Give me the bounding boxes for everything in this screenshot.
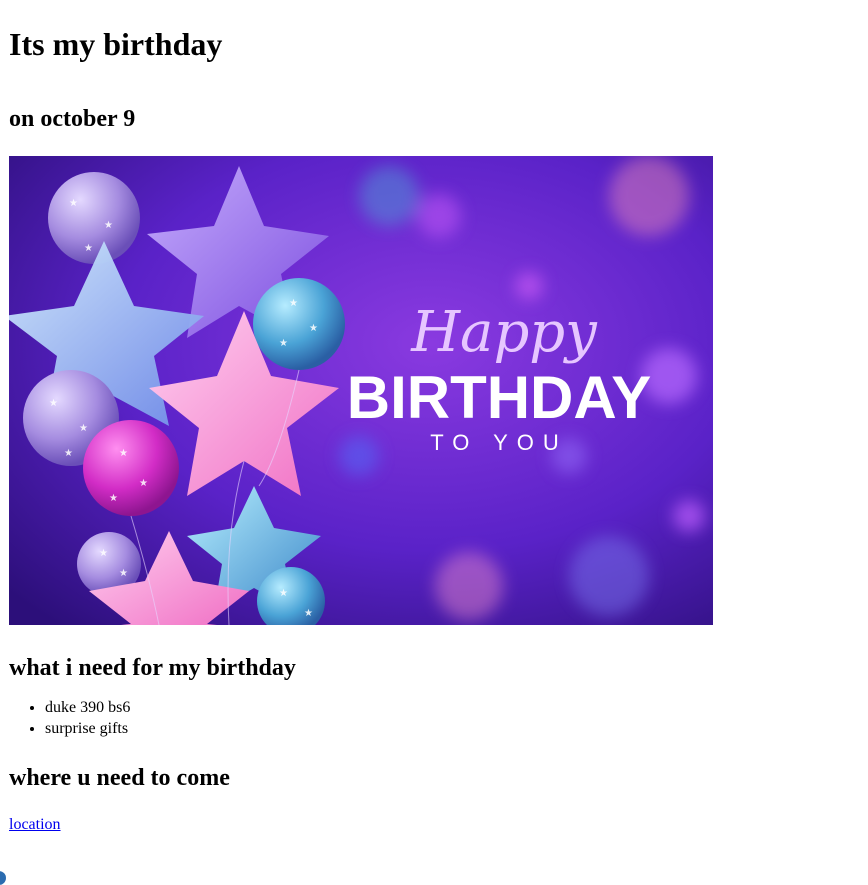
needs-heading: what i need for my birthday	[9, 655, 296, 681]
list-item: duke 390 bs6	[45, 697, 859, 718]
svg-text:★: ★	[309, 323, 318, 334]
svg-text:★: ★	[109, 493, 118, 504]
svg-text:★: ★	[99, 548, 108, 559]
banner-script-text: Happy	[410, 300, 598, 365]
svg-text:★: ★	[64, 448, 73, 459]
svg-text:★: ★	[119, 448, 128, 459]
birthday-date: on october 9	[9, 106, 136, 132]
svg-text:★: ★	[279, 338, 288, 349]
banner-main-text: BIRTHDAY	[347, 364, 651, 431]
list-item: surprise gifts	[45, 718, 859, 739]
location-link[interactable]: location	[9, 815, 61, 835]
svg-text:★: ★	[49, 398, 58, 409]
svg-text:★: ★	[279, 588, 288, 599]
svg-text:★: ★	[119, 568, 128, 579]
venue-heading: where u need to come	[9, 765, 230, 791]
banner-sub-text: TO YOU	[430, 430, 568, 455]
page: Its my birthday on october 9 ★ ★ ★ ★ ★ ★…	[0, 0, 868, 835]
needs-list: duke 390 bs6 surprise gifts	[9, 697, 859, 739]
svg-text:★: ★	[304, 608, 313, 619]
svg-text:★: ★	[139, 478, 148, 489]
svg-text:★: ★	[104, 220, 113, 231]
svg-text:★: ★	[289, 298, 298, 309]
page-title: Its my birthday	[9, 26, 223, 62]
svg-text:★: ★	[79, 423, 88, 434]
corner-indicator	[0, 871, 6, 885]
svg-text:★: ★	[84, 243, 93, 254]
svg-text:★: ★	[69, 198, 78, 209]
birthday-banner-image: ★ ★ ★ ★ ★ ★ ★ ★ ★ ★ ★ ★ ★ ★ ★ ★ Happy BIRTHDAY TO …	[9, 156, 713, 625]
